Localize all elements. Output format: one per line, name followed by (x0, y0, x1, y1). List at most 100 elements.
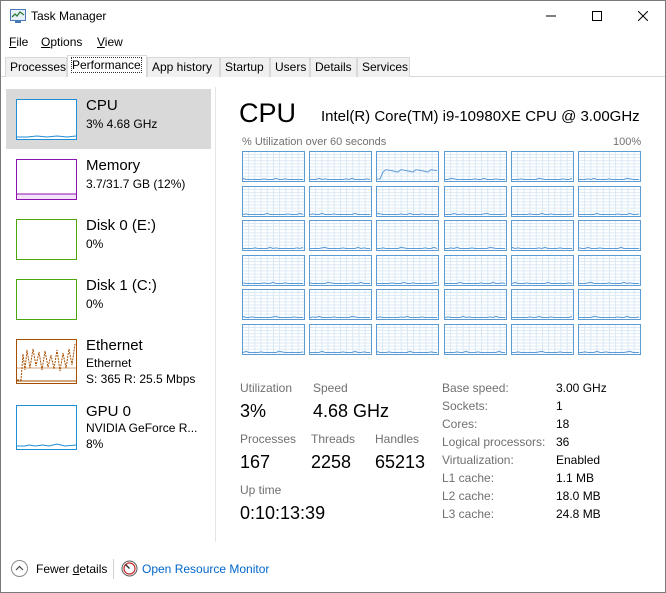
close-button[interactable] (620, 1, 665, 31)
utilization-label: Utilization (240, 381, 293, 395)
tab-users[interactable]: Users (270, 57, 310, 77)
logical-processor-graphs[interactable] (242, 151, 641, 355)
task-manager-window: Task Manager File Options View Processes… (0, 0, 666, 593)
logical-processor-line (444, 281, 505, 284)
logical-processor-line (511, 281, 572, 284)
menu-file[interactable]: File (9, 35, 28, 49)
processes-label: Processes (240, 432, 297, 446)
tab-services[interactable]: Services (357, 57, 410, 77)
logical-processor-graph (443, 289, 507, 320)
spec-label: L3 cache: (442, 507, 495, 521)
tab-details[interactable]: Details (310, 57, 357, 77)
window-title: Task Manager (31, 9, 107, 23)
spec-label: Base speed: (442, 381, 509, 395)
maximize-button[interactable] (574, 1, 620, 31)
tab-startup[interactable]: Startup (220, 57, 270, 77)
logical-processor-graph (242, 185, 305, 217)
minimize-button[interactable] (528, 1, 574, 31)
spec-value: 18.0 MB (556, 489, 601, 503)
tab-performance[interactable]: Performance (67, 55, 147, 77)
logical-processor-line (444, 177, 505, 180)
title-bar[interactable]: Task Manager (1, 1, 665, 31)
logical-processor-graph (376, 185, 440, 217)
sidebar-item-cpu[interactable]: CPU 3% 4.68 GHz (6, 89, 211, 149)
logical-processor-line (511, 246, 572, 250)
sidebar-item-memory[interactable]: Memory 3.7/31.7 GB (12%) (6, 149, 211, 209)
menu-file-label: ile (16, 35, 29, 49)
logical-processor-line (444, 350, 505, 353)
spec-label: Logical processors: (442, 435, 546, 449)
logical-processor-line (310, 315, 371, 319)
spec-label: Cores: (442, 417, 478, 431)
logical-processor-line (310, 177, 371, 181)
sidebar-item-disk-1[interactable]: Disk 1 (C:) 0% (6, 269, 211, 329)
menu-options[interactable]: Options (41, 35, 82, 49)
logical-processor-line (243, 350, 304, 353)
footer-separator (113, 559, 114, 579)
menu-view-accelerator: V (97, 35, 105, 49)
logical-processor-line (579, 281, 639, 284)
tab-label: App history (152, 60, 213, 74)
logical-processor-line (511, 177, 572, 180)
logical-processor-graph (578, 254, 641, 286)
sidebar-item-detail: 0% (86, 237, 104, 251)
sidebar-item-title: Disk 0 (E:) (86, 217, 157, 234)
sidebar-item-detail: NVIDIA GeForce R... (86, 421, 198, 435)
memory-thumbnail-graph (16, 159, 77, 200)
logical-processor-graph (242, 289, 305, 320)
logical-processor-graph (510, 289, 574, 320)
tab-label: Processes (10, 60, 67, 74)
sidebar-item-usage: 8% (86, 437, 104, 451)
ethernet-thumbnail-line (17, 343, 76, 382)
resource-monitor-icon[interactable] (121, 560, 138, 577)
sidebar-item-gpu-0[interactable]: GPU 0 NVIDIA GeForce R... 8% (6, 395, 211, 459)
sidebar-item-title: GPU 0 (86, 403, 132, 420)
logical-processor-line (579, 177, 639, 181)
tab-label: Services (362, 60, 409, 74)
logical-processor-graph (578, 151, 641, 182)
speed-label: Speed (313, 381, 348, 395)
sidebar-item-ethernet[interactable]: Ethernet Ethernet S: 365 R: 25.5 Mbps (6, 329, 211, 393)
tab-processes[interactable]: Processes (5, 57, 67, 77)
logical-processor-graph (443, 254, 507, 286)
menu-view[interactable]: View (97, 35, 123, 49)
logical-processor-graph (578, 323, 641, 355)
sidebar-item-disk-0[interactable]: Disk 0 (E:) 0% (6, 209, 211, 269)
logical-processor-graph (578, 220, 641, 251)
disk0-thumbnail-graph (16, 219, 77, 260)
chevron-up-icon[interactable] (11, 560, 28, 577)
spec-label: Sockets: (442, 399, 489, 413)
tab-app-history[interactable]: App history (147, 57, 220, 77)
spec-label: Virtualization: (442, 453, 514, 467)
logical-processor-line (243, 315, 303, 318)
tab-label: Performance (71, 57, 142, 73)
sidebar-item-detail: 3.7/31.7 GB (12%) (86, 177, 186, 191)
sidebar-item-detail: 3% 4.68 GHz (86, 117, 158, 131)
sidebar-item-title: Disk 1 (C:) (86, 277, 157, 294)
logical-processor-line (377, 169, 438, 180)
utilization-value: 3% (240, 401, 267, 421)
logical-processor-graph (510, 323, 574, 355)
spec-value: 1 (556, 399, 563, 413)
logical-processor-line (444, 246, 505, 250)
fewer-details-button[interactable]: Fewer details (36, 562, 107, 576)
logical-processor-line (579, 212, 640, 215)
logical-processor-graph (242, 151, 305, 182)
menu-options-accelerator: O (41, 35, 51, 49)
logical-processor-line (377, 281, 438, 284)
spec-value: 24.8 MB (556, 507, 601, 521)
speed-value: 4.68 GHz (313, 401, 390, 421)
logical-processor-graph (376, 323, 440, 355)
minimize-icon (546, 15, 556, 17)
logical-processor-line (377, 246, 438, 249)
resource-sidebar: CPU 3% 4.68 GHz Memory 3.7/31.7 GB (12%)… (6, 87, 211, 527)
spec-value: 18 (556, 417, 570, 431)
logical-processor-line (310, 212, 371, 215)
logical-processor-graph (309, 323, 373, 355)
menu-options-label: ptions (50, 35, 83, 49)
open-resource-monitor-link[interactable]: Open Resource Monitor (142, 562, 269, 576)
cpu-model-name: Intel(R) Core(TM) i9-10980XE CPU @ 3.00G… (321, 108, 640, 125)
logical-processor-line (243, 177, 303, 180)
menu-bar: File Options View (1, 32, 665, 52)
sidebar-item-title: Memory (86, 157, 141, 174)
